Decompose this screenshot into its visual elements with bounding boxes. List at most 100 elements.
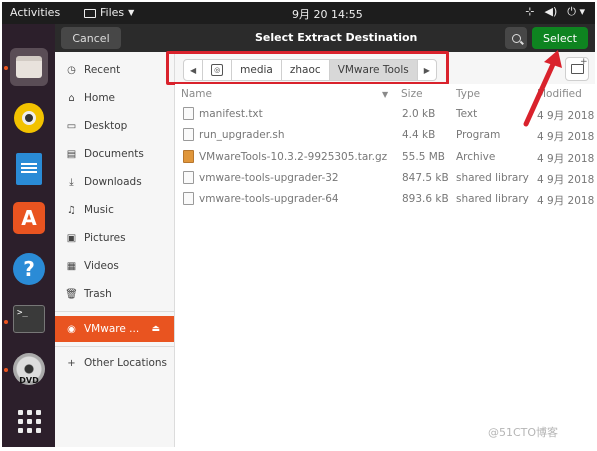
file-type: Program: [456, 129, 501, 141]
new-folder-button[interactable]: [565, 57, 589, 81]
volume-icon[interactable]: ◀): [545, 5, 558, 19]
file-size: 55.5 MB: [402, 151, 445, 163]
file-row[interactable]: vmware-tools-upgrader-64 893.6 kB shared…: [175, 189, 595, 210]
sidebar-item-label: Downloads: [84, 176, 142, 188]
annotation-arrow: [523, 50, 562, 127]
library-file-icon: [183, 192, 194, 205]
file-modified: 4 9月 2018: [537, 153, 595, 165]
file-type: shared library: [456, 172, 529, 184]
watermark: @51CTO博客: [488, 426, 559, 439]
sidebar-item-home[interactable]: ⌂ Home: [55, 85, 174, 111]
files-app-icon[interactable]: [10, 48, 48, 86]
file-row[interactable]: vmware-tools-upgrader-32 847.5 kB shared…: [175, 168, 595, 189]
dialog-header: Cancel Select Extract Destination Select: [55, 24, 595, 52]
sidebar-item-label: Other Locations: [84, 357, 168, 369]
sidebar-item-label: Home: [84, 92, 116, 104]
help-icon[interactable]: ?: [10, 250, 48, 288]
sort-caret-icon: ▼: [382, 90, 389, 99]
sidebar-item-documents[interactable]: ▤ Documents: [55, 141, 174, 167]
cancel-button[interactable]: Cancel: [61, 27, 121, 49]
pictures-icon: ▣: [66, 232, 77, 244]
sidebar-item-trash[interactable]: 🗑 Trash: [55, 281, 174, 307]
sidebar-item-pictures[interactable]: ▣ Pictures: [55, 225, 174, 251]
search-button[interactable]: [505, 27, 527, 49]
app-menu[interactable]: Files ▼: [84, 6, 134, 19]
file-name: run_upgrader.sh: [199, 129, 285, 141]
terminal-icon[interactable]: >_: [10, 300, 48, 338]
text-file-icon: [183, 107, 194, 120]
rhythmbox-icon[interactable]: [10, 99, 48, 137]
system-tray[interactable]: ⊹ ◀) ⏻ ▾: [525, 5, 585, 19]
sidebar-item-other-locations[interactable]: + Other Locations: [55, 350, 174, 376]
power-icon[interactable]: ⏻ ▾: [567, 5, 585, 19]
sidebar-item-label: VMware ...: [84, 323, 140, 335]
activities-button[interactable]: Activities: [10, 6, 60, 19]
trash-icon: 🗑: [65, 288, 78, 300]
annotation-highlight-box: [166, 51, 449, 85]
clock-icon: ◷: [67, 64, 76, 76]
documents-icon: ▤: [66, 148, 77, 160]
top-bar: Activities Files ▼ 9月 20 14:55 ⊹ ◀) ⏻ ▾: [2, 2, 595, 24]
sidebar-item-recent[interactable]: ◷ Recent: [55, 57, 174, 83]
column-header-size[interactable]: Size: [401, 88, 423, 100]
file-list: Name ▼ Size Type Modified manifest.txt 2…: [175, 84, 595, 447]
file-modified: 4 9月 2018: [537, 174, 595, 186]
sidebar-item-vmware[interactable]: ◉ VMware ... ⏏: [55, 316, 174, 342]
file-size: 847.5 kB: [402, 172, 449, 184]
search-icon: [511, 33, 521, 43]
sidebar-item-music[interactable]: ♫ Music: [55, 197, 174, 223]
sidebar-item-downloads[interactable]: ⤓ Downloads: [55, 169, 174, 195]
caret-down-icon: ▼: [128, 8, 135, 17]
show-apps-icon[interactable]: [10, 402, 48, 440]
plus-icon: +: [67, 357, 76, 369]
sidebar-item-label: Videos: [84, 260, 119, 272]
new-folder-icon: [570, 57, 588, 74]
places-sidebar: ◷ Recent ⌂ Home ▭ Desktop ▤ Documents ⤓ Downl…: [55, 52, 175, 447]
sidebar-item-videos[interactable]: ▦ Videos: [55, 253, 174, 279]
file-row[interactable]: VMwareTools-10.3.2-9925305.tar.gz 55.5 M…: [175, 147, 595, 168]
file-name: vmware-tools-upgrader-32: [199, 172, 339, 184]
running-indicator: [4, 320, 8, 324]
column-header-type[interactable]: Type: [456, 88, 480, 100]
app-menu-label: Files: [100, 6, 125, 19]
network-icon[interactable]: ⊹: [525, 5, 534, 19]
file-modified: 4 9月 2018: [537, 131, 595, 143]
library-file-icon: [183, 171, 194, 184]
sidebar-item-label: Music: [84, 204, 114, 216]
file-row[interactable]: run_upgrader.sh 4.4 kB Program 4 9月 2018: [175, 125, 595, 146]
select-button[interactable]: Select: [532, 27, 588, 49]
file-size: 4.4 kB: [402, 129, 436, 141]
home-icon: ⌂: [68, 92, 75, 104]
sidebar-item-label: Desktop: [84, 120, 128, 132]
software-store-icon[interactable]: A: [10, 199, 48, 237]
sidebar-item-label: Pictures: [84, 232, 126, 244]
running-indicator: [4, 66, 8, 70]
sidebar-item-label: Recent: [84, 64, 121, 76]
script-file-icon: [183, 128, 194, 141]
eject-icon[interactable]: ⏏: [151, 324, 160, 334]
file-name: manifest.txt: [199, 108, 263, 120]
divider: [55, 346, 174, 347]
file-name: vmware-tools-upgrader-64: [199, 193, 339, 205]
sidebar-item-label: Documents: [84, 148, 144, 160]
sidebar-item-desktop[interactable]: ▭ Desktop: [55, 113, 174, 139]
column-header-name[interactable]: Name: [181, 88, 212, 100]
writer-icon[interactable]: [10, 150, 48, 188]
videos-icon: ▦: [66, 260, 77, 272]
sidebar-item-label: Trash: [84, 288, 112, 300]
music-icon: ♫: [67, 204, 76, 216]
clock[interactable]: 9月 20 14:55: [292, 6, 363, 22]
dock: A ? >_ DVD: [2, 24, 55, 447]
archive-file-icon: [183, 150, 194, 163]
downloads-icon: ⤓: [69, 176, 74, 188]
folder-icon: [84, 9, 96, 18]
desktop-icon: ▭: [66, 120, 77, 132]
file-type: Archive: [456, 151, 496, 163]
dialog-title: Select Extract Destination: [255, 31, 418, 44]
file-name: VMwareTools-10.3.2-9925305.tar.gz: [199, 151, 388, 163]
file-modified: 4 9月 2018: [537, 195, 595, 207]
drive-icon: ◉: [67, 323, 76, 335]
running-indicator: [4, 368, 8, 372]
dvd-icon[interactable]: DVD: [10, 350, 48, 388]
file-type: shared library: [456, 193, 529, 205]
